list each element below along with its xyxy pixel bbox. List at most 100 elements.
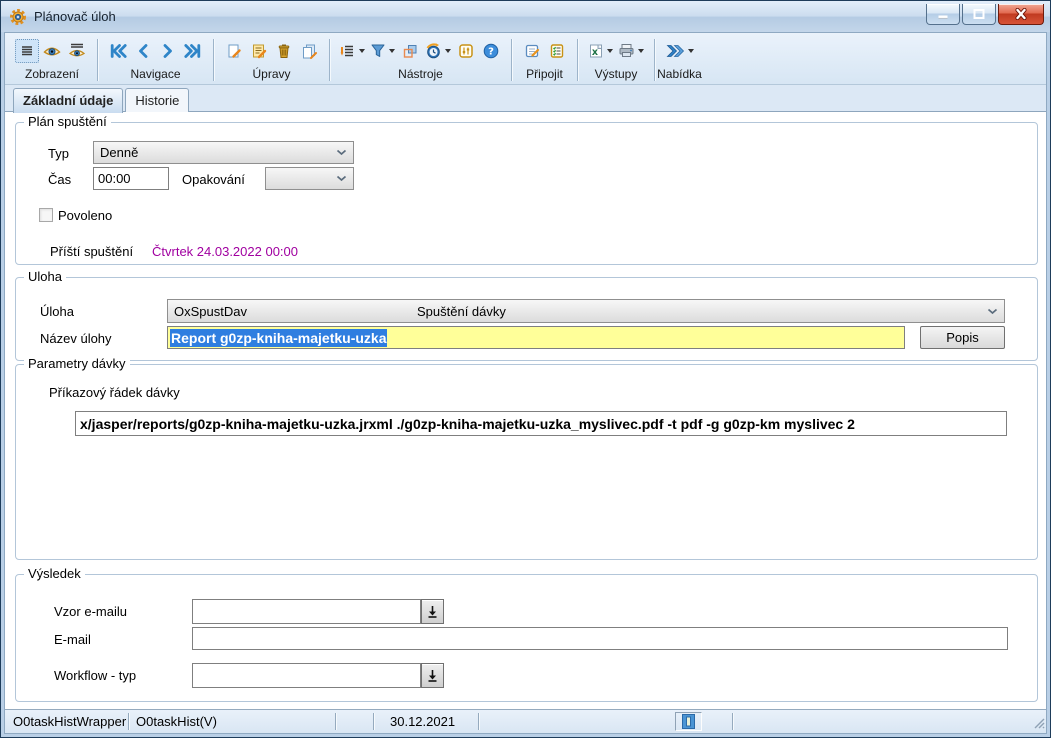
toolbar-group-label: Nástroje xyxy=(332,67,509,84)
filter-icon xyxy=(370,43,386,58)
sort-button[interactable] xyxy=(338,39,367,63)
last-record-button[interactable] xyxy=(181,39,205,63)
group-plan-spusteni: Plán spuštění Typ Denně Čas Opakování Po… xyxy=(15,122,1038,265)
toolbar-separator xyxy=(654,39,655,81)
eye-button[interactable] xyxy=(40,39,64,63)
new-record-icon xyxy=(226,43,242,59)
prikazovy-radek-label: Příkazový řádek dávky xyxy=(49,385,180,400)
resize-grip[interactable] xyxy=(1032,716,1045,732)
menu-chevrons-button[interactable] xyxy=(663,39,696,63)
main-content: Plán spuštění Typ Denně Čas Opakování Po… xyxy=(5,112,1046,709)
uloha-label: Úloha xyxy=(40,304,74,319)
checklist-button[interactable] xyxy=(545,39,569,63)
copy-record-button[interactable] xyxy=(297,39,321,63)
arrow-down-to-bar-icon xyxy=(427,669,438,682)
next-record-button[interactable] xyxy=(156,39,180,63)
maximize-button[interactable] xyxy=(962,4,996,25)
tab-historie[interactable]: Historie xyxy=(125,88,189,112)
title-bar[interactable]: Plánovač úloh xyxy=(1,1,1050,32)
minimize-icon xyxy=(936,8,950,20)
edit-record-icon xyxy=(251,43,267,59)
vzor-emailu-input[interactable] xyxy=(192,599,421,624)
help-button[interactable]: ? xyxy=(479,39,503,63)
record-indicator-toggle[interactable] xyxy=(675,712,702,731)
opakovani-combobox[interactable] xyxy=(265,167,354,190)
last-record-icon xyxy=(184,43,202,59)
filter-button[interactable] xyxy=(368,39,397,63)
settings-sliders-button[interactable] xyxy=(454,39,478,63)
list-view-button[interactable] xyxy=(15,39,39,63)
menu-chevrons-icon xyxy=(665,43,685,59)
status-separator xyxy=(732,713,733,730)
toolbar-group-label: Výstupy xyxy=(580,67,652,84)
combine-icon xyxy=(402,43,418,59)
print-icon xyxy=(618,43,635,58)
cas-label: Čas xyxy=(48,172,71,187)
nazev-ulohy-label: Název úlohy xyxy=(40,331,112,346)
workflow-typ-input[interactable] xyxy=(192,663,421,688)
typ-combobox[interactable]: Denně xyxy=(93,141,354,164)
list-view-icon xyxy=(19,43,35,59)
chevron-down-icon xyxy=(336,175,347,182)
prikazovy-radek-input[interactable]: x/jasper/reports/g0zp-kniha-majetku-uzka… xyxy=(75,411,1007,436)
previous-record-button[interactable] xyxy=(131,39,155,63)
edit-record-button[interactable] xyxy=(247,39,271,63)
typ-value: Denně xyxy=(100,145,138,160)
schedule-clock-icon xyxy=(425,43,442,59)
attach-note-icon xyxy=(524,43,540,59)
povoleno-checkbox[interactable] xyxy=(39,208,53,222)
uloha-combobox[interactable]: OxSpustDav Spuštění dávky xyxy=(167,299,1005,323)
eye-preview-icon xyxy=(68,43,86,58)
uloha-code: OxSpustDav xyxy=(174,304,247,319)
sort-icon xyxy=(340,43,356,59)
eye-icon xyxy=(43,44,61,58)
toolbar: Zobrazení N xyxy=(5,33,1046,85)
excel-export-button[interactable]: x xyxy=(586,39,615,63)
status-separator xyxy=(335,713,336,730)
uloha-popis: Spuštění dávky xyxy=(417,304,506,319)
toolbar-group-label: Připojit xyxy=(514,67,575,84)
dropdown-caret-icon xyxy=(688,49,694,53)
toolbar-group-pripojit: Připojit xyxy=(514,35,575,84)
toolbar-group-nabidka: Nabídka xyxy=(657,35,702,84)
help-icon: ? xyxy=(483,43,499,59)
cas-input[interactable] xyxy=(93,167,169,190)
window-title: Plánovač úloh xyxy=(34,9,116,24)
close-button[interactable] xyxy=(998,4,1044,25)
prikazovy-radek-value: x/jasper/reports/g0zp-kniha-majetku-uzka… xyxy=(80,416,855,432)
eye-preview-button[interactable] xyxy=(65,39,89,63)
toolbar-group-label: Navigace xyxy=(100,67,211,84)
status-separator xyxy=(373,713,374,730)
dropdown-caret-icon xyxy=(359,49,365,53)
group-legend: Parametry dávky xyxy=(24,356,130,371)
tab-zakladni-udaje[interactable]: Základní údaje xyxy=(13,88,123,113)
nazev-ulohy-selected-text: Report g0zp-kniha-majetku-uzka xyxy=(170,329,387,347)
combine-button[interactable] xyxy=(398,39,422,63)
group-vysledek: Výsledek Vzor e-mailu E-mail Workflow - … xyxy=(15,574,1038,702)
schedule-clock-button[interactable] xyxy=(423,39,453,63)
typ-label: Typ xyxy=(48,146,69,161)
toolbar-separator xyxy=(511,39,512,81)
previous-record-icon xyxy=(137,43,149,59)
first-record-button[interactable] xyxy=(106,39,130,63)
checklist-icon xyxy=(549,43,565,59)
toolbar-group-nastroje: ? Nástroje xyxy=(332,35,509,84)
popis-button[interactable]: Popis xyxy=(920,326,1005,349)
new-record-button[interactable] xyxy=(222,39,246,63)
status-bar: O0taskHistWrapper O0taskHist(V) 30.12.20… xyxy=(5,709,1046,733)
povoleno-label: Povoleno xyxy=(58,208,112,223)
workflow-typ-label: Workflow - typ xyxy=(54,668,136,683)
vzor-emailu-lookup-button[interactable] xyxy=(421,599,444,624)
print-button[interactable] xyxy=(616,39,646,63)
delete-record-button[interactable] xyxy=(272,39,296,63)
email-label: E-mail xyxy=(54,632,91,647)
email-input[interactable] xyxy=(192,627,1008,650)
nazev-ulohy-input[interactable]: Report g0zp-kniha-majetku-uzka xyxy=(167,326,905,349)
dropdown-caret-icon xyxy=(607,49,613,53)
status-cell-wrapper-name: O0taskHistWrapper xyxy=(13,714,126,729)
toolbar-group-label: Úpravy xyxy=(216,67,327,84)
settings-sliders-icon xyxy=(458,43,474,59)
attach-note-button[interactable] xyxy=(520,39,544,63)
workflow-typ-lookup-button[interactable] xyxy=(421,663,444,688)
minimize-button[interactable] xyxy=(926,4,960,25)
